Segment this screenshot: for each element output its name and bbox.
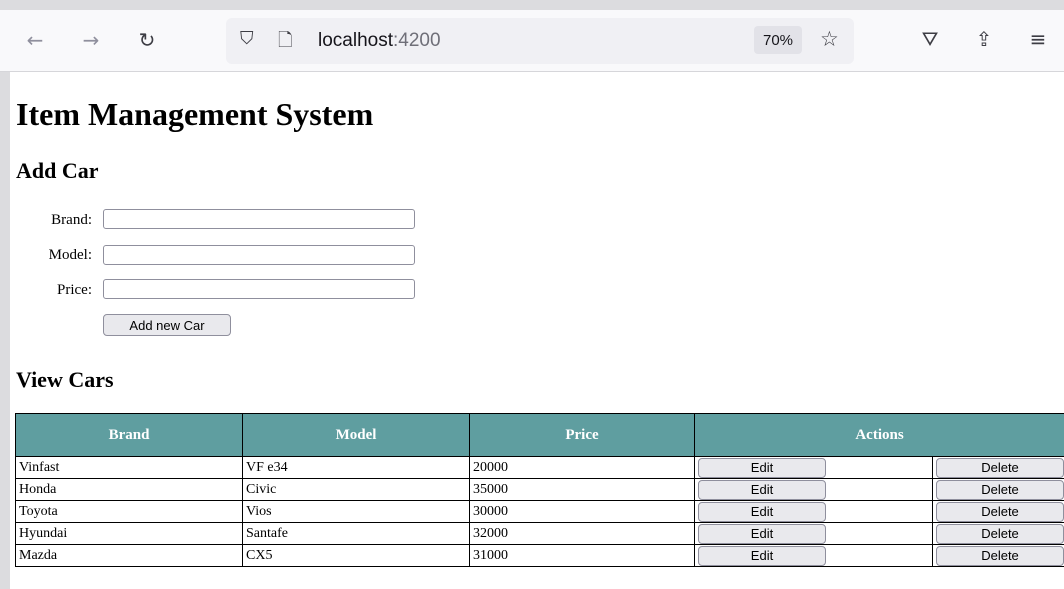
cell-edit: Edit	[694, 544, 933, 567]
header-brand: Brand	[15, 413, 243, 457]
model-label: Model:	[48, 247, 92, 263]
menu-icon[interactable]: ≡	[1023, 24, 1053, 54]
page-title: Item Management System	[16, 96, 374, 132]
delete-button[interactable]: Delete	[936, 501, 1064, 522]
url-text[interactable]: localhost:4200	[318, 30, 441, 52]
table-row: Toyota Vios 30000 Edit Delete	[15, 500, 1064, 523]
header-price: Price	[469, 413, 695, 457]
cell-model: VF e34	[242, 456, 470, 479]
cell-brand: Hyundai	[15, 522, 243, 545]
cell-brand: Toyota	[15, 500, 243, 523]
cars-table: Brand Model Price Actions Vinfast VF e34…	[15, 413, 1064, 567]
cell-price: 35000	[469, 478, 695, 501]
browser-toolbar: ← → ↻ ⛉ 🗋 localhost:4200 70% ☆ ⛛ ⇪ ≡	[0, 0, 1064, 72]
cell-delete: Delete	[932, 544, 1064, 567]
table-row: Vinfast VF e34 20000 Edit Delete	[15, 456, 1064, 479]
cell-model: Santafe	[242, 522, 470, 545]
cell-model: Vios	[242, 500, 470, 523]
cell-edit: Edit	[694, 456, 933, 479]
edit-button[interactable]: Edit	[698, 545, 826, 566]
model-input[interactable]	[103, 245, 415, 265]
page-icon[interactable]: 🗋	[278, 28, 292, 58]
table-header-row: Brand Model Price Actions	[15, 413, 1064, 457]
share-icon[interactable]: ⇪	[969, 24, 999, 54]
edit-button[interactable]: Edit	[698, 457, 826, 478]
brand-label: Brand:	[51, 212, 92, 228]
bookmark-star-icon[interactable]: ☆	[820, 27, 839, 51]
cell-edit: Edit	[694, 478, 933, 501]
cell-price: 32000	[469, 522, 695, 545]
table-row: Honda Civic 35000 Edit Delete	[15, 478, 1064, 501]
cell-model: Civic	[242, 478, 470, 501]
delete-button[interactable]: Delete	[936, 457, 1064, 478]
url-port: :4200	[393, 30, 441, 51]
cell-edit: Edit	[694, 522, 933, 545]
delete-button[interactable]: Delete	[936, 523, 1064, 544]
forward-arrow-icon[interactable]: →	[76, 25, 106, 55]
cell-brand: Vinfast	[15, 456, 243, 479]
add-car-heading: Add Car	[16, 158, 99, 183]
cell-delete: Delete	[932, 500, 1064, 523]
cell-brand: Mazda	[15, 544, 243, 567]
address-bar[interactable]: ⛉ 🗋 localhost:4200 70% ☆	[226, 18, 854, 64]
cell-price: 20000	[469, 456, 695, 479]
page-content: Item Management System Add Car Brand: Mo…	[0, 72, 1064, 589]
table-row: Hyundai Santafe 32000 Edit Delete	[15, 522, 1064, 545]
view-cars-heading: View Cars	[16, 367, 114, 392]
brand-input[interactable]	[103, 209, 415, 229]
price-label: Price:	[57, 282, 92, 298]
header-actions: Actions	[694, 413, 1064, 457]
cell-brand: Honda	[15, 478, 243, 501]
cell-price: 31000	[469, 544, 695, 567]
cell-delete: Delete	[932, 456, 1064, 479]
url-host: localhost	[318, 30, 393, 51]
edit-button[interactable]: Edit	[698, 501, 826, 522]
pocket-icon[interactable]: ⛛	[915, 24, 945, 54]
shield-icon[interactable]: ⛉	[240, 28, 254, 49]
delete-button[interactable]: Delete	[936, 479, 1064, 500]
cell-price: 30000	[469, 500, 695, 523]
table-row: Mazda CX5 31000 Edit Delete	[15, 544, 1064, 567]
cell-model: CX5	[242, 544, 470, 567]
back-arrow-icon[interactable]: ←	[20, 25, 50, 55]
price-input[interactable]	[103, 279, 415, 299]
cell-delete: Delete	[932, 522, 1064, 545]
delete-button[interactable]: Delete	[936, 545, 1064, 566]
edit-button[interactable]: Edit	[698, 523, 826, 544]
add-new-car-button[interactable]: Add new Car	[103, 314, 231, 336]
header-model: Model	[242, 413, 470, 457]
cell-delete: Delete	[932, 478, 1064, 501]
edit-button[interactable]: Edit	[698, 479, 826, 500]
cell-edit: Edit	[694, 500, 933, 523]
reload-icon[interactable]: ↻	[132, 25, 162, 55]
zoom-level-button[interactable]: 70%	[754, 26, 802, 54]
